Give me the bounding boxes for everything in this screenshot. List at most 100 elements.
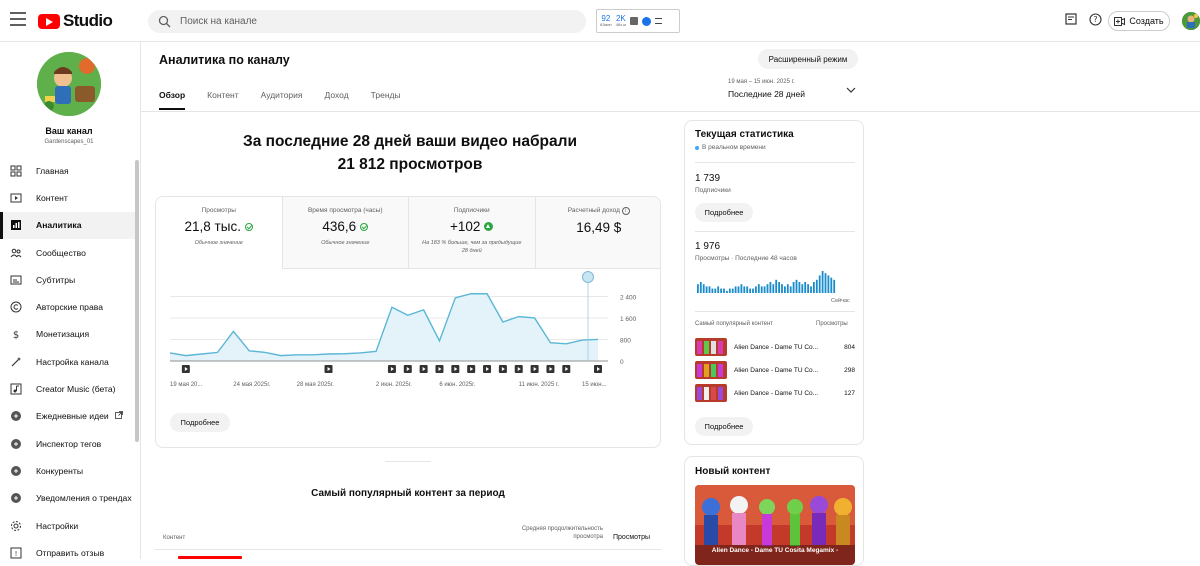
realtime-bar [702, 284, 705, 293]
extension-widget[interactable]: 92 63мин 2K 48ч.м [596, 9, 680, 33]
sidebar-item-12[interactable]: Уведомления о трендах [0, 485, 138, 512]
sidebar-item-9[interactable]: Ежедневные идеи [0, 403, 138, 430]
sidebar-item-label: Конкуренты [36, 465, 84, 476]
realtime-bar [757, 284, 760, 293]
sidebar-item-10[interactable]: Инспектор тегов [0, 430, 138, 457]
menu-icon[interactable] [10, 12, 26, 26]
video-publish-marker[interactable] [530, 365, 539, 373]
video-publish-marker[interactable] [594, 365, 602, 373]
sidebar-item-11[interactable]: Конкуренты [0, 457, 138, 484]
sidebar-item-label: Инспектор тегов [36, 438, 102, 449]
create-button[interactable]: Создать [1108, 11, 1170, 31]
realtime-bar [815, 279, 818, 293]
sidebar-item-0[interactable]: Главная [0, 157, 138, 184]
realtime-bar [734, 286, 737, 293]
metric-views[interactable]: Просмотры 21,8 тыс. Обычное значение [156, 197, 283, 269]
sidebar-item-label: Авторские права [36, 302, 103, 313]
date-range-selector[interactable]: 19 мая – 15 июн. 2025 г. Последние 28 дн… [728, 79, 858, 99]
sidebar-item-14[interactable]: ! Отправить отзыв [0, 539, 138, 566]
help-icon[interactable]: ? [1088, 12, 1102, 26]
video-publish-marker[interactable] [562, 365, 571, 373]
video-publish-marker[interactable] [467, 365, 476, 373]
ext-icon [10, 438, 22, 450]
views-48h-count: 1 976 [695, 241, 721, 252]
sidebar-item-13[interactable]: Настройки [0, 512, 138, 539]
search-input[interactable] [180, 14, 560, 29]
main-content: Аналитика по каналу Расширенный режим Об… [141, 42, 1200, 566]
music-icon [10, 383, 22, 395]
video-publish-marker[interactable] [419, 365, 428, 373]
sidebar-item-2[interactable]: Аналитика [0, 211, 138, 240]
sidebar-item-label: Главная [36, 165, 69, 176]
video-publish-marker[interactable] [181, 365, 190, 373]
video-publish-marker[interactable] [546, 365, 555, 373]
realtime-bar [746, 286, 749, 293]
tab-1[interactable]: Контент [207, 90, 239, 110]
sidebar-item-6[interactable]: $ Монетизация [0, 321, 138, 348]
popular-video-row[interactable]: Alien Dance - Dame TU Co... 298 [695, 360, 859, 380]
feedback-icon[interactable] [1064, 12, 1078, 26]
advanced-mode-button[interactable]: Расширенный режим [758, 49, 858, 69]
video-publish-marker[interactable] [435, 365, 444, 373]
realtime-bar [830, 277, 833, 293]
feedback-icon: ! [10, 547, 22, 559]
realtime-bar [723, 288, 725, 293]
video-publish-marker[interactable] [387, 365, 396, 373]
views-chart[interactable]: 2 400 1 600 800 0 19 мая 20... 24 мая 2025г. 2… [156, 269, 661, 409]
more-button[interactable]: Подробнее [170, 413, 230, 432]
channel-avatar[interactable] [37, 52, 101, 116]
top-content-table-header: Контент Средняя продолжительность просмо… [155, 514, 661, 550]
ext-image-icon[interactable] [630, 17, 639, 25]
info-icon[interactable]: i [621, 207, 630, 215]
y-tick-label: 2 400 [620, 294, 637, 301]
tab-4[interactable]: Тренды [371, 90, 401, 110]
realtime-bar [697, 284, 699, 293]
sidebar-item-3[interactable]: Сообщество [0, 239, 138, 266]
account-avatar[interactable] [1182, 12, 1200, 30]
tab-3[interactable]: Доход [325, 90, 349, 110]
search-box[interactable] [148, 10, 586, 33]
community-icon [10, 247, 22, 259]
realtime-bar [781, 284, 783, 293]
ext-menu-icon[interactable] [655, 18, 663, 24]
metric-revenue[interactable]: Расчетный доход i 16,49 $ [535, 197, 660, 269]
summary-headline: За последние 28 дней ваши видео набрали … [242, 133, 577, 173]
realtime-bar [708, 286, 711, 293]
studio-logo[interactable]: Studio [38, 11, 113, 31]
video-publish-marker[interactable] [514, 365, 523, 373]
realtime-bar [786, 284, 789, 293]
video-thumbnail [695, 384, 727, 402]
sidebar-item-5[interactable]: Авторские права [0, 293, 138, 320]
ext-logo-icon[interactable] [642, 16, 652, 26]
tab-2[interactable]: Аудитория [261, 90, 303, 110]
sidebar-item-label: Контент [36, 192, 68, 203]
tab-0[interactable]: Обзор [159, 90, 186, 110]
sidebar-item-4[interactable]: Субтитры [0, 266, 138, 293]
metric-watch-time[interactable]: Время просмотра (часы) 436,6 Обычное зна… [282, 197, 409, 269]
sidebar-item-1[interactable]: Контент [0, 184, 138, 211]
realtime-more-button[interactable]: Подробнее [695, 203, 753, 222]
channel-name: Ваш канал [45, 126, 93, 136]
realtime-bar [818, 275, 821, 293]
realtime-bars[interactable] [695, 269, 855, 295]
video-title: Alien Dance - Dame TU Co... [734, 389, 819, 397]
video-publish-marker[interactable] [403, 365, 412, 373]
y-tick-label: 800 [620, 337, 631, 344]
top-content-title: Самый популярный контент за период [311, 488, 505, 499]
video-thumbnail [695, 338, 727, 356]
live-dot-icon [695, 145, 699, 150]
video-publish-marker[interactable] [324, 365, 333, 373]
sidebar-item-label: Настройка канала [36, 356, 109, 367]
video-publish-marker[interactable] [483, 365, 492, 373]
current-marker[interactable] [582, 271, 594, 283]
video-publish-marker[interactable] [451, 365, 460, 373]
popular-video-row[interactable]: Alien Dance - Dame TU Co... 804 [695, 337, 859, 357]
realtime-more-button-2[interactable]: Подробнее [695, 417, 753, 436]
sidebar-item-8[interactable]: Creator Music (бета) [0, 375, 138, 402]
video-publish-marker[interactable] [498, 365, 507, 373]
popular-video-row[interactable]: Alien Dance - Dame TU Co... 127 [695, 383, 859, 403]
sidebar-item-7[interactable]: Настройка канала [0, 348, 138, 375]
sidebar-scrollbar[interactable] [135, 160, 139, 442]
metric-subscribers[interactable]: Подписчики +102 На 183 % больше, чем за … [409, 197, 536, 269]
sidebar-item-label: Ежедневные идеи [36, 411, 109, 422]
